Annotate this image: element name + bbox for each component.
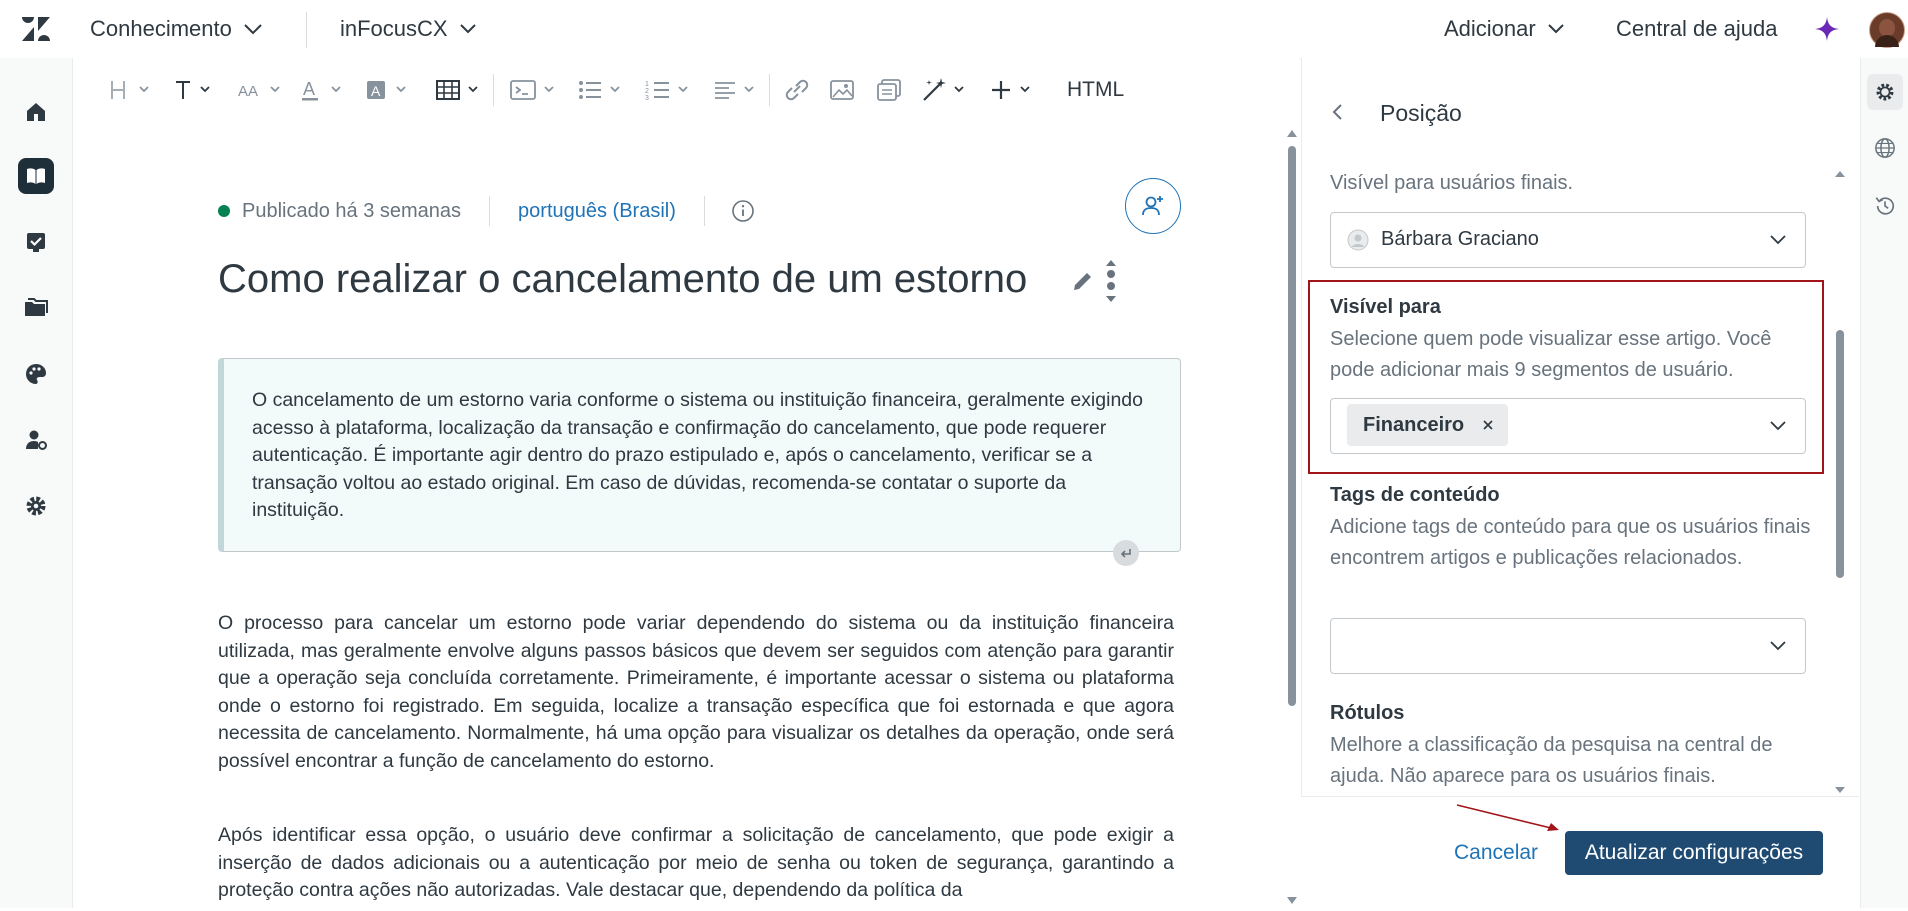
svg-text:AA: AA bbox=[238, 83, 258, 100]
tasks-check-icon[interactable] bbox=[18, 224, 54, 260]
product-label: Conhecimento bbox=[90, 16, 232, 41]
remove-tag-icon[interactable] bbox=[1482, 414, 1494, 437]
chevron-down-icon bbox=[242, 22, 264, 36]
content-tags-select[interactable] bbox=[1330, 618, 1806, 674]
brand-switcher[interactable]: inFocusCX bbox=[340, 16, 478, 42]
right-rail bbox=[1860, 58, 1908, 908]
product-switcher[interactable]: Conhecimento bbox=[90, 16, 264, 42]
chevron-down-icon bbox=[1769, 233, 1787, 251]
reorder-handle-icon[interactable] bbox=[1103, 258, 1119, 311]
zendesk-logo-icon[interactable] bbox=[20, 15, 52, 43]
publish-status: Publicado há 3 semanas bbox=[242, 199, 462, 222]
owner-select[interactable]: Bárbara Graciano bbox=[1330, 212, 1806, 268]
left-navigation bbox=[0, 58, 73, 908]
globe-icon[interactable] bbox=[1867, 130, 1903, 166]
meta-divider bbox=[703, 196, 705, 226]
code-block-icon[interactable] bbox=[509, 76, 559, 104]
segment-tag-label: Financeiro bbox=[1363, 413, 1465, 436]
visible-end-users-text: Visível para usuários finais. bbox=[1330, 172, 1574, 194]
return-icon[interactable] bbox=[1113, 540, 1139, 566]
content-tags-hint: Adicione tags de conteúdo para que os us… bbox=[1330, 516, 1811, 569]
edit-title-pencil-icon[interactable] bbox=[1070, 268, 1096, 299]
cancel-button[interactable]: Cancelar bbox=[1454, 841, 1538, 865]
chevron-down-icon bbox=[1769, 639, 1787, 657]
text-style-icon[interactable] bbox=[173, 76, 215, 104]
svg-text:1: 1 bbox=[645, 81, 649, 88]
gear-icon[interactable] bbox=[1867, 74, 1903, 110]
knowledge-book-icon[interactable] bbox=[18, 158, 54, 194]
content-block-icon[interactable] bbox=[875, 76, 903, 104]
editor-toolbar: AA A A 123 HTML bbox=[73, 58, 1300, 123]
table-icon[interactable] bbox=[435, 76, 485, 104]
folders-icon[interactable] bbox=[18, 290, 54, 326]
ai-sparkle-icon[interactable] bbox=[1814, 16, 1840, 47]
link-icon[interactable] bbox=[783, 76, 811, 104]
brand-label: inFocusCX bbox=[340, 16, 448, 41]
add-label: Adicionar bbox=[1444, 16, 1536, 41]
info-icon[interactable] bbox=[731, 199, 755, 223]
add-collaborator-button[interactable] bbox=[1125, 178, 1181, 234]
svg-text:2: 2 bbox=[645, 88, 649, 95]
ai-wand-icon[interactable] bbox=[921, 76, 971, 104]
svg-text:A: A bbox=[303, 79, 315, 99]
editor-scrollbar-thumb[interactable] bbox=[1288, 146, 1296, 706]
summary-text: O cancelamento de um estorno varia confo… bbox=[252, 389, 1143, 521]
visible-for-label: Visível para bbox=[1330, 296, 1441, 318]
image-icon[interactable] bbox=[829, 76, 857, 104]
toolbar-divider bbox=[769, 74, 770, 106]
font-size-icon[interactable]: AA bbox=[237, 76, 285, 104]
body-paragraph[interactable]: Após identificar essa opção, o usuário d… bbox=[218, 822, 1174, 905]
home-icon[interactable] bbox=[18, 94, 54, 130]
add-menu-button[interactable]: Adicionar bbox=[1444, 16, 1566, 42]
back-chevron-icon[interactable] bbox=[1330, 100, 1346, 129]
published-status-dot bbox=[218, 205, 230, 217]
panel-footer: Cancelar Atualizar configurações bbox=[1301, 796, 1859, 909]
annotation-arrow bbox=[1455, 801, 1565, 840]
segment-tag[interactable]: Financeiro bbox=[1347, 404, 1509, 446]
add-user-icon bbox=[1142, 196, 1163, 216]
toolbar-divider bbox=[493, 74, 494, 106]
chevron-down-icon bbox=[1546, 22, 1566, 36]
chevron-down-icon bbox=[1769, 419, 1787, 437]
article-meta: Publicado há 3 semanas português (Brasil… bbox=[218, 196, 755, 226]
owner-value: Bárbara Graciano bbox=[1381, 228, 1539, 250]
person-avatar-icon bbox=[1347, 229, 1369, 256]
panel-scroll-up-icon[interactable] bbox=[1834, 166, 1846, 184]
font-color-icon[interactable]: A bbox=[301, 76, 347, 104]
align-icon[interactable] bbox=[713, 76, 763, 104]
html-source-button[interactable]: HTML bbox=[1067, 78, 1124, 102]
history-icon[interactable] bbox=[1867, 188, 1903, 224]
panel-scrollbar-thumb[interactable] bbox=[1836, 330, 1844, 578]
chevron-down-icon bbox=[458, 22, 478, 36]
help-center-link[interactable]: Central de ajuda bbox=[1616, 16, 1777, 42]
header-divider bbox=[306, 12, 307, 48]
labels-label: Rótulos bbox=[1330, 702, 1405, 724]
panel-title: Posição bbox=[1380, 100, 1462, 126]
heading-icon[interactable] bbox=[109, 76, 153, 104]
content-tags-label: Tags de conteúdo bbox=[1330, 484, 1500, 506]
user-settings-icon[interactable] bbox=[18, 422, 54, 458]
settings-panel: Posição Visível para usuários finais. Bá… bbox=[1301, 58, 1860, 908]
visible-for-hint: Selecione quem pode visualizar esse arti… bbox=[1330, 328, 1772, 381]
summary-callout[interactable]: O cancelamento de um estorno varia confo… bbox=[218, 358, 1181, 552]
user-avatar[interactable] bbox=[1869, 12, 1905, 48]
locale-link[interactable]: português (Brasil) bbox=[518, 200, 676, 223]
article-title[interactable]: Como realizar o cancelamento de um estor… bbox=[218, 257, 1027, 302]
svg-text:3: 3 bbox=[645, 95, 649, 102]
bulleted-list-icon[interactable] bbox=[577, 76, 627, 104]
svg-text:A: A bbox=[371, 83, 381, 99]
numbered-list-icon[interactable]: 123 bbox=[645, 76, 695, 104]
update-settings-button[interactable]: Atualizar configurações bbox=[1565, 831, 1823, 875]
top-bar: Conhecimento inFocusCX Adicionar Central… bbox=[0, 0, 1908, 59]
insert-plus-icon[interactable] bbox=[989, 76, 1039, 104]
palette-icon[interactable] bbox=[18, 356, 54, 392]
gear-icon[interactable] bbox=[18, 488, 54, 524]
meta-divider bbox=[489, 196, 491, 226]
highlight-color-icon[interactable]: A bbox=[365, 76, 411, 104]
body-paragraph[interactable]: O processo para cancelar um estorno pode… bbox=[218, 610, 1174, 775]
visible-for-select[interactable]: Financeiro bbox=[1330, 398, 1806, 454]
labels-hint: Melhore a classificação da pesquisa na c… bbox=[1330, 734, 1773, 787]
article-editor: Publicado há 3 semanas português (Brasil… bbox=[73, 122, 1300, 908]
